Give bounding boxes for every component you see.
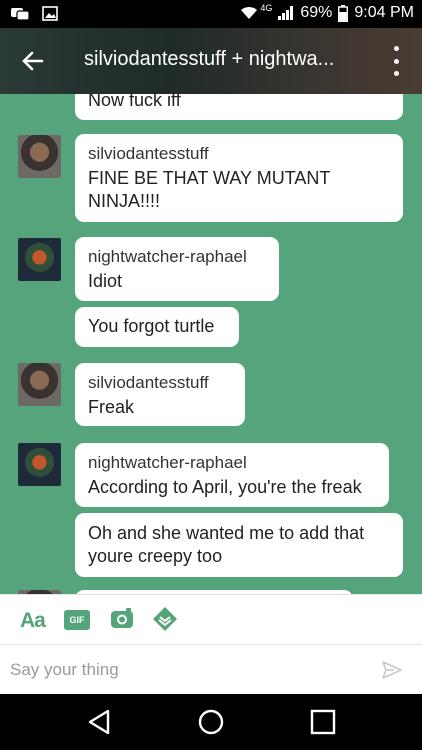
avatar[interactable] [18,443,61,486]
message-bubble: You forgot turtle [75,307,239,347]
sender-name[interactable]: nightwatcher-raphael [88,245,266,268]
message-list[interactable]: Now fuck iff silviodantesstuff FINE BE T… [0,94,422,594]
sender-name[interactable]: silviodantesstuff [88,371,232,394]
message-bubble: nightwatcher-raphael Idiot [75,237,279,301]
message-text: Oh and she wanted me to add that youre c… [88,523,365,566]
system-nav-bar [0,694,422,750]
avatar[interactable] [18,363,61,406]
battery-percent: 69% [300,4,333,21]
message-text: Idiot [88,271,123,291]
home-nav-icon[interactable] [197,708,225,741]
message-text: According to April, you're the freak [88,477,362,497]
status-bar: 4G 69% 9:04 PM [0,0,422,28]
back-nav-icon[interactable] [86,708,112,741]
wifi-icon [240,6,258,20]
text-style-icon[interactable]: Aa [20,609,46,633]
message-text: You forgot turtle [88,316,215,336]
sender-name[interactable]: nightwatcher-raphael [88,451,376,474]
image-notification-icon [42,5,58,21]
sender-name[interactable]: silviodantesstuff [88,142,390,165]
message-bubble: Oh and she wanted me to add that youre c… [75,513,403,577]
message-text: FINE BE THAT WAY MUTANT NINJA!!!! [88,168,331,211]
gif-icon[interactable]: GIF [64,610,90,630]
composer [0,644,422,694]
composer-toolbar: Aa GIF [0,594,422,644]
clock: 9:04 PM [354,4,414,21]
message-input[interactable] [10,655,370,685]
message-bubble: silviodantesstuff FINE BE THAT WAY MUTAN… [75,134,403,222]
network-type-label: 4G [260,3,273,13]
message-bubble: Now fuck iff [75,94,403,120]
send-icon[interactable] [382,661,402,684]
recents-nav-icon[interactable] [309,708,337,741]
notification-app-icon [10,5,30,21]
message-text: Freak [88,397,135,417]
camera-icon[interactable] [110,608,134,635]
battery-icon [338,4,349,22]
avatar[interactable] [18,238,61,281]
signal-icon [278,6,294,20]
conversation-title[interactable]: silviodantesstuff + nightwa... [84,48,374,71]
overflow-menu-icon[interactable] [388,46,404,76]
message-bubble: nightwatcher-raphael According to April,… [75,443,389,507]
message-bubble: silviodantesstuff Freak [75,363,245,426]
conversation-header: silviodantesstuff + nightwa... [0,28,422,94]
back-arrow-icon[interactable] [20,48,46,74]
sticker-icon[interactable] [152,606,178,637]
avatar[interactable] [18,135,61,178]
